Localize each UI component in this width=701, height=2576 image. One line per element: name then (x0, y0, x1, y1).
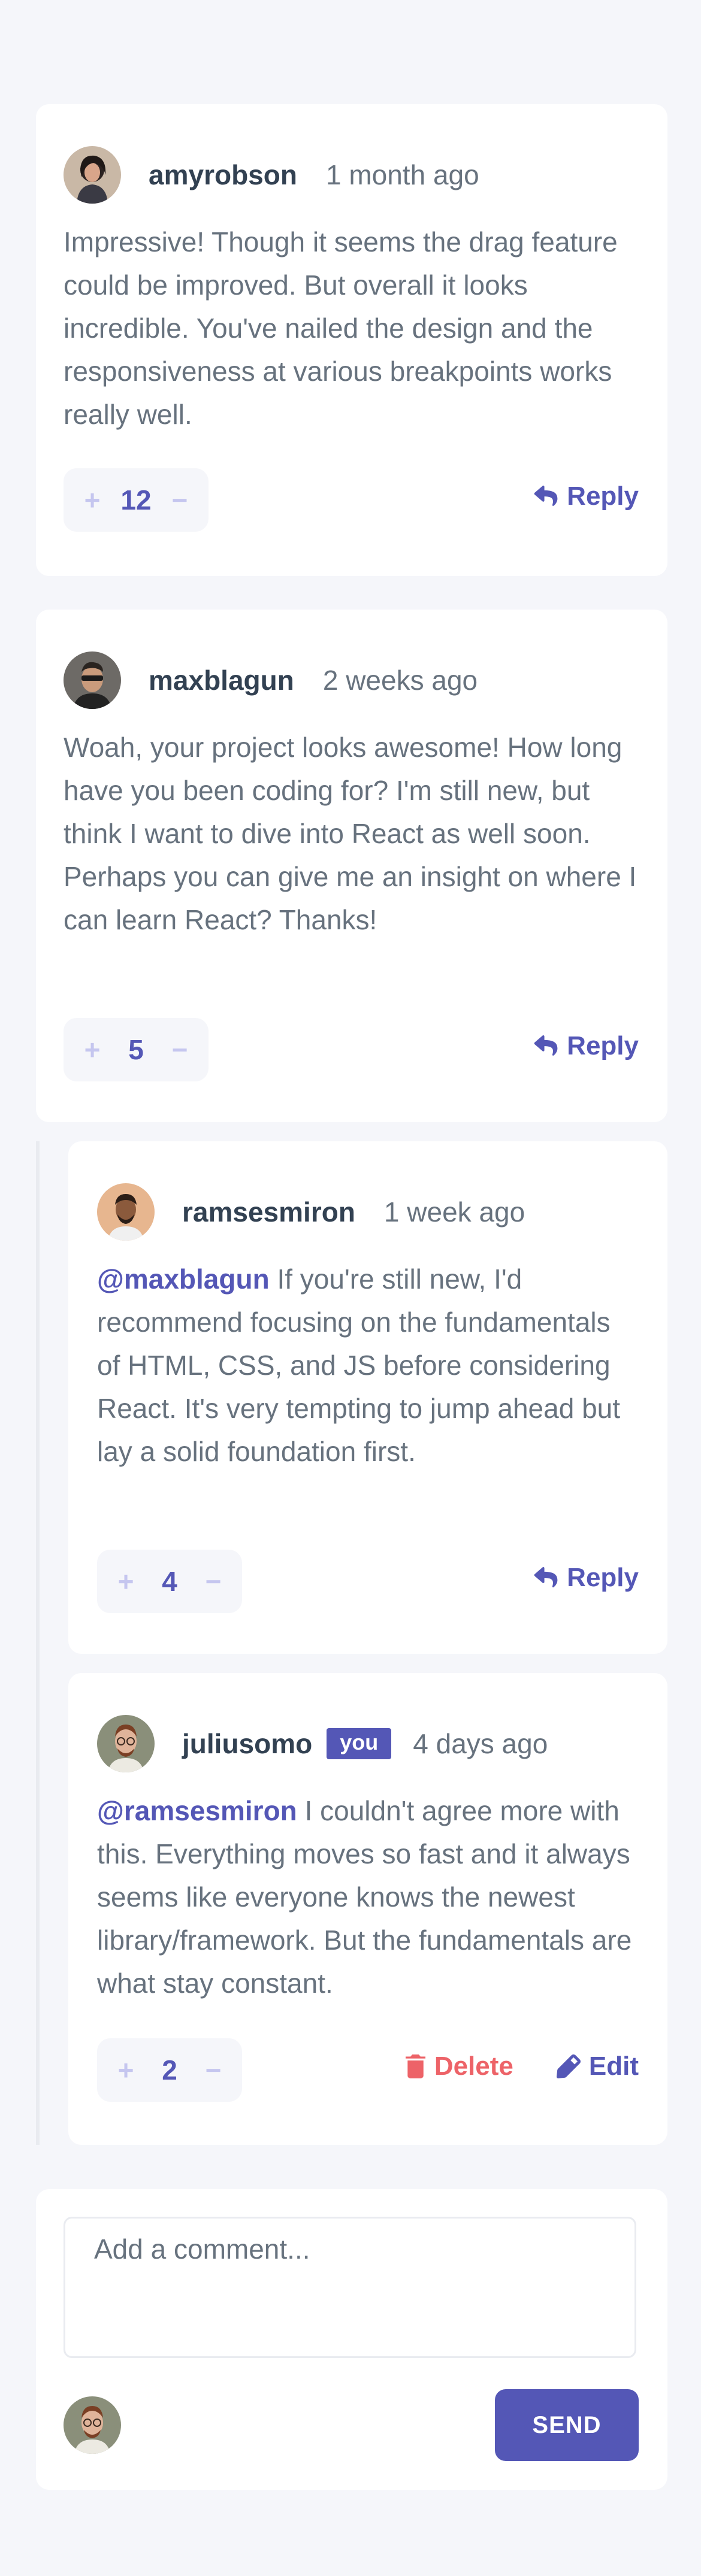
comment-input[interactable] (64, 2217, 636, 2358)
score-value: 2 (162, 2054, 177, 2086)
owner-actions: Delete Edit (362, 2051, 639, 2081)
comment-text: Woah, your project looks awesome! How lo… (64, 732, 637, 935)
send-button[interactable]: SEND (495, 2389, 639, 2461)
score-value: 12 (120, 484, 152, 516)
delete-label: Delete (434, 2051, 513, 2081)
avatar[interactable] (97, 1183, 155, 1241)
reply-button[interactable]: Reply (533, 481, 639, 511)
reply-icon (534, 486, 558, 506)
edit-button[interactable]: Edit (556, 2051, 639, 2081)
comment-text: Impressive! Though it seems the drag fea… (64, 226, 618, 430)
reply-button[interactable]: Reply (533, 1031, 639, 1061)
comment-header: amyrobson 1 month ago (64, 146, 479, 204)
reply-mention[interactable]: @ramsesmiron (97, 1795, 297, 1826)
edit-label: Edit (588, 2051, 639, 2081)
username[interactable]: ramsesmiron (182, 1196, 355, 1228)
comment-header: maxblagun 2 weeks ago (64, 651, 478, 709)
comment-date: 2 weeks ago (322, 665, 478, 696)
reply-icon (534, 1567, 558, 1587)
downvote-minus-icon[interactable]: − (201, 2054, 225, 2086)
reply-mention[interactable]: @maxblagun (97, 1263, 270, 1295)
avatar[interactable] (97, 1715, 155, 1772)
downvote-minus-icon[interactable]: − (168, 1034, 192, 1066)
comment-date: 1 week ago (383, 1196, 525, 1228)
current-user-avatar (64, 2396, 121, 2454)
comment-text: @ramsesmiron I couldn't agree more with … (97, 1789, 640, 2005)
username[interactable]: juliusomo (182, 1728, 312, 1760)
comment-card: amyrobson 1 month ago Impressive! Though… (36, 104, 667, 576)
upvote-plus-icon[interactable]: + (114, 2054, 138, 2086)
comment-text: @maxblagun If you're still new, I'd reco… (97, 1257, 640, 1473)
upvote-plus-icon[interactable]: + (114, 1565, 138, 1598)
score-value: 4 (162, 1566, 177, 1597)
avatar[interactable] (64, 651, 121, 709)
downvote-minus-icon[interactable]: − (201, 1565, 225, 1598)
score-counter: + 5 − (64, 1018, 209, 1081)
comment-card: maxblagun 2 weeks ago Woah, your project… (36, 610, 667, 1122)
add-comment-card: SEND (36, 2189, 667, 2490)
comment-date: 1 month ago (325, 159, 479, 190)
score-counter: + 2 − (97, 2038, 242, 2102)
reply-card: ramsesmiron 1 week ago @maxblagun If you… (68, 1141, 667, 1654)
reply-card: juliusomo you 4 days ago @ramsesmiron I … (68, 1673, 667, 2145)
reply-thread-line (36, 1141, 40, 2145)
comments-page: amyrobson 1 month ago Impressive! Though… (0, 0, 701, 2576)
username[interactable]: amyrobson (149, 159, 297, 191)
pencil-icon (556, 2054, 581, 2078)
score-counter: + 12 − (64, 468, 209, 532)
upvote-plus-icon[interactable]: + (80, 1034, 104, 1066)
comment-header: juliusomo you 4 days ago (97, 1715, 548, 1772)
reply-label: Reply (567, 1031, 639, 1060)
score-value: 5 (128, 1034, 144, 1065)
you-badge: you (327, 1728, 392, 1759)
username[interactable]: maxblagun (149, 664, 294, 696)
upvote-plus-icon[interactable]: + (80, 484, 104, 516)
trash-icon (405, 2054, 425, 2078)
reply-icon (534, 1035, 558, 1056)
downvote-minus-icon[interactable]: − (168, 484, 192, 516)
score-counter: + 4 − (97, 1550, 242, 1613)
reply-label: Reply (567, 1563, 639, 1592)
delete-button[interactable]: Delete (405, 2051, 513, 2081)
reply-button[interactable]: Reply (533, 1563, 639, 1593)
reply-label: Reply (567, 481, 639, 511)
comment-date: 4 days ago (413, 1728, 548, 1759)
comment-header: ramsesmiron 1 week ago (97, 1183, 525, 1241)
avatar[interactable] (64, 146, 121, 204)
